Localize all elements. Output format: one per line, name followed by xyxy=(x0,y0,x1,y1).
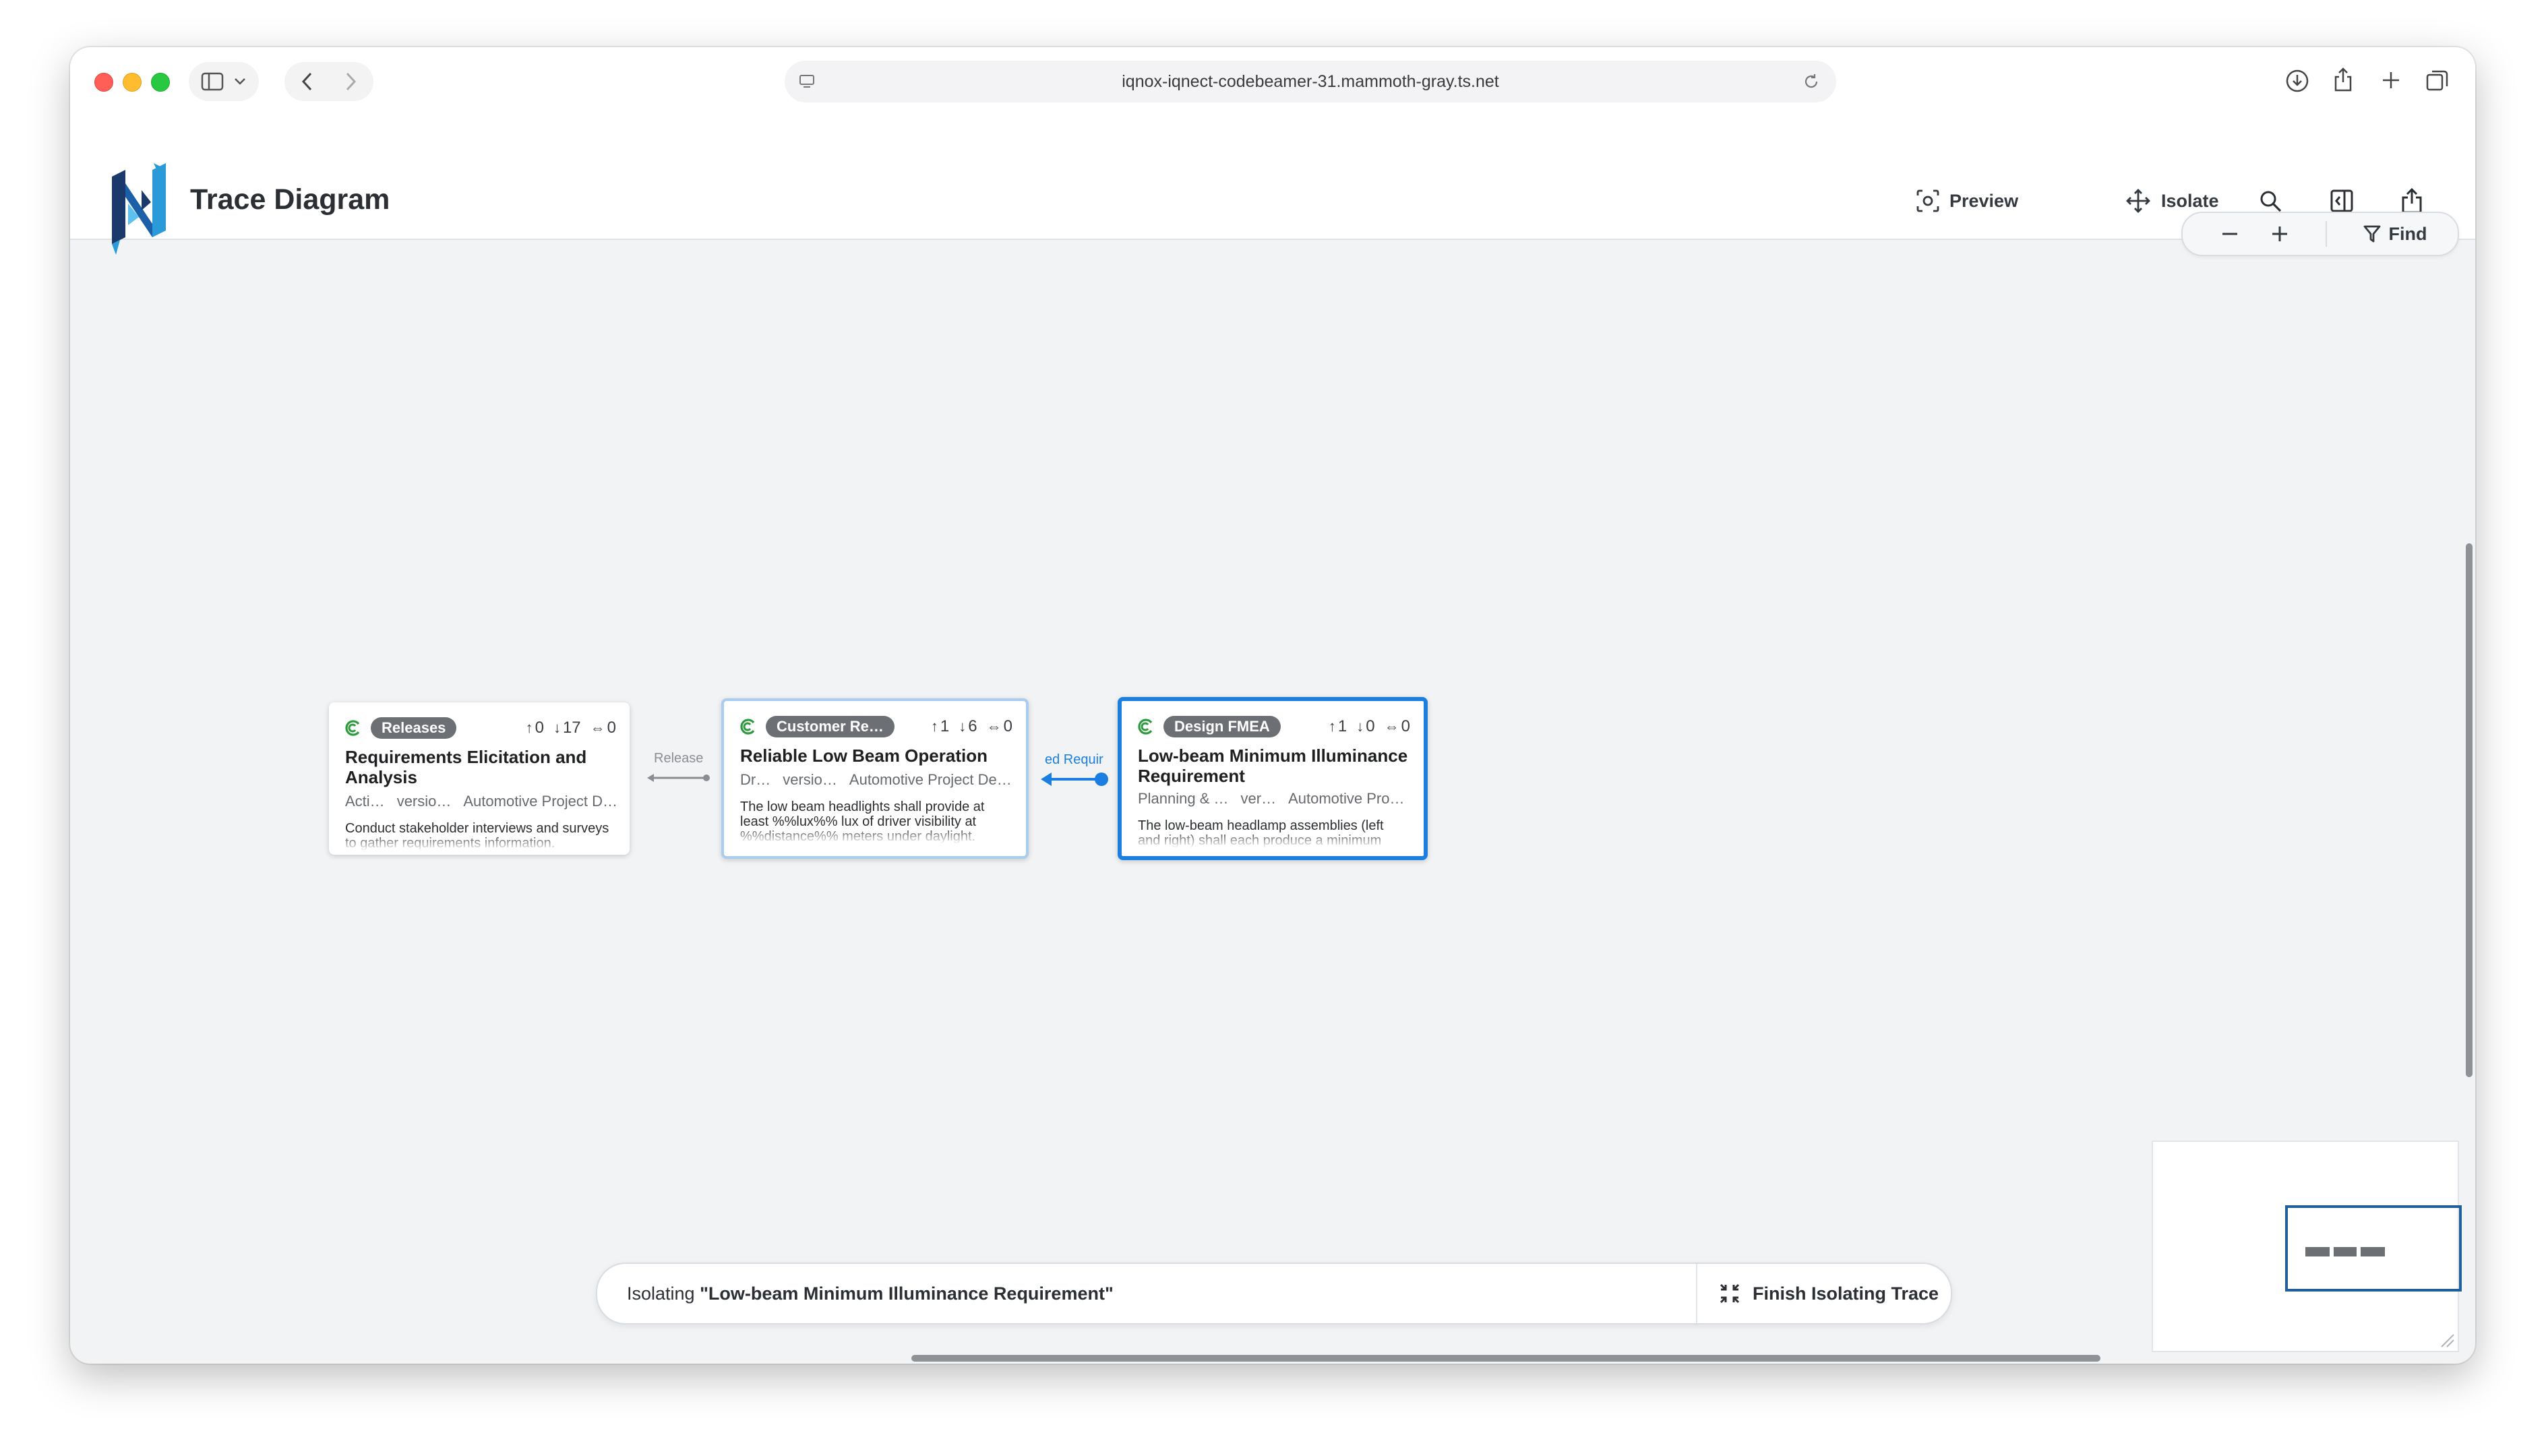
node-meta: Planning & … ver… Automotive Pro… xyxy=(1138,790,1410,808)
minimap-viewport[interactable] xyxy=(2285,1205,2462,1292)
edge-requirement-arrow xyxy=(1041,772,1052,786)
codebeamer-icon xyxy=(1138,719,1153,735)
downstream-count: ↓ 17 xyxy=(553,719,581,737)
node-description: Conduct stakeholder interviews and surve… xyxy=(345,821,613,851)
node-description: The low-beam headlamp assemblies (left a… xyxy=(1138,818,1407,848)
node-version: ver… xyxy=(1240,790,1277,807)
isolation-status-bar: Isolating "Low-beam Minimum Illuminance … xyxy=(596,1263,1952,1325)
codebeamer-icon xyxy=(740,719,755,735)
edge-release-arrow xyxy=(647,774,654,782)
isolation-prefix: Isolating xyxy=(627,1283,700,1304)
upstream-count: ↑ 0 xyxy=(525,719,544,737)
isolated-item-name: "Low-beam Minimum Illuminance Requiremen… xyxy=(700,1283,1114,1304)
node-status: Acti… xyxy=(345,793,385,810)
node-status: Planning & … xyxy=(1138,790,1229,807)
codebeamer-icon xyxy=(345,720,360,736)
node-status: Dr… xyxy=(740,771,771,788)
node-title: Requirements Elicitation and Analysis xyxy=(345,747,587,787)
link-counts: ↑ 1 ↓ 6 ⇔ 0 xyxy=(931,717,1012,736)
link-counts: ↑ 1 ↓ 0 ⇔ 0 xyxy=(1329,717,1410,736)
node-title: Reliable Low Beam Operation xyxy=(740,746,988,766)
isolation-divider xyxy=(1696,1264,1697,1323)
node-project: Automotive Project De… xyxy=(849,771,1012,788)
tracker-badge: Design FMEA xyxy=(1163,716,1281,737)
minimap[interactable] xyxy=(2152,1141,2462,1352)
edge-release-dot xyxy=(703,775,710,781)
tracker-badge: Releases xyxy=(371,717,457,739)
trace-node-design-fmea[interactable]: Design FMEA ↑ 1 ↓ 0 ⇔ 0 Low-beam Minimum Il… xyxy=(1118,697,1428,860)
node-title: Low-beam Minimum Illuminance Requirement xyxy=(1138,746,1408,786)
association-count: ⇔ 0 xyxy=(590,719,616,737)
finish-isolating-label: Finish Isolating Trace xyxy=(1753,1283,1939,1304)
upstream-count: ↑ 1 xyxy=(930,717,950,735)
upstream-count: ↑ 1 xyxy=(1328,717,1347,735)
horizontal-scrollbar[interactable] xyxy=(911,1355,2100,1362)
downstream-count: ↓ 0 xyxy=(1356,717,1375,735)
tracker-badge: Customer Re… xyxy=(766,716,895,737)
node-version: versio… xyxy=(396,793,452,810)
node-version: versio… xyxy=(783,771,837,788)
trace-node-customer-requirement[interactable]: Customer Re… ↑ 1 ↓ 6 ⇔ 0 Reliable Low Beam … xyxy=(721,698,1029,859)
node-description: The low beam headlights shall provide at… xyxy=(740,799,1010,844)
downstream-count: ↓ 6 xyxy=(959,717,977,735)
trace-node-releases[interactable]: Releases ↑ 0 ↓ 17 ⇔ 0 Requirements Elicitat… xyxy=(329,702,630,855)
edge-label-requirement: ed Requir xyxy=(1045,752,1103,767)
resize-handle-icon[interactable] xyxy=(2437,1331,2455,1348)
edge-label-release: Release xyxy=(654,751,704,766)
node-project: Automotive Pro… xyxy=(1288,790,1405,807)
association-count: ⇔ 0 xyxy=(1384,717,1410,735)
edge-requirement-dot xyxy=(1095,772,1108,786)
link-counts: ↑ 0 ↓ 17 ⇔ 0 xyxy=(526,719,616,737)
node-meta: Dr… versio… Automotive Project De… xyxy=(740,771,1012,789)
node-meta: Acti… versio… Automotive Project D… xyxy=(345,793,616,810)
node-project: Automotive Project D… xyxy=(463,793,616,810)
finish-isolating-button[interactable]: Finish Isolating Trace xyxy=(1719,1264,1939,1323)
isolation-message: Isolating "Low-beam Minimum Illuminance … xyxy=(627,1264,1114,1323)
browser-window: iqnox-iqnect-codebeamer-31.mammoth-gray.… xyxy=(70,47,2475,1364)
association-count: ⇔ 0 xyxy=(986,717,1012,735)
vertical-scrollbar[interactable] xyxy=(2466,543,2473,1077)
exit-fullscreen-icon xyxy=(1720,1283,1740,1304)
